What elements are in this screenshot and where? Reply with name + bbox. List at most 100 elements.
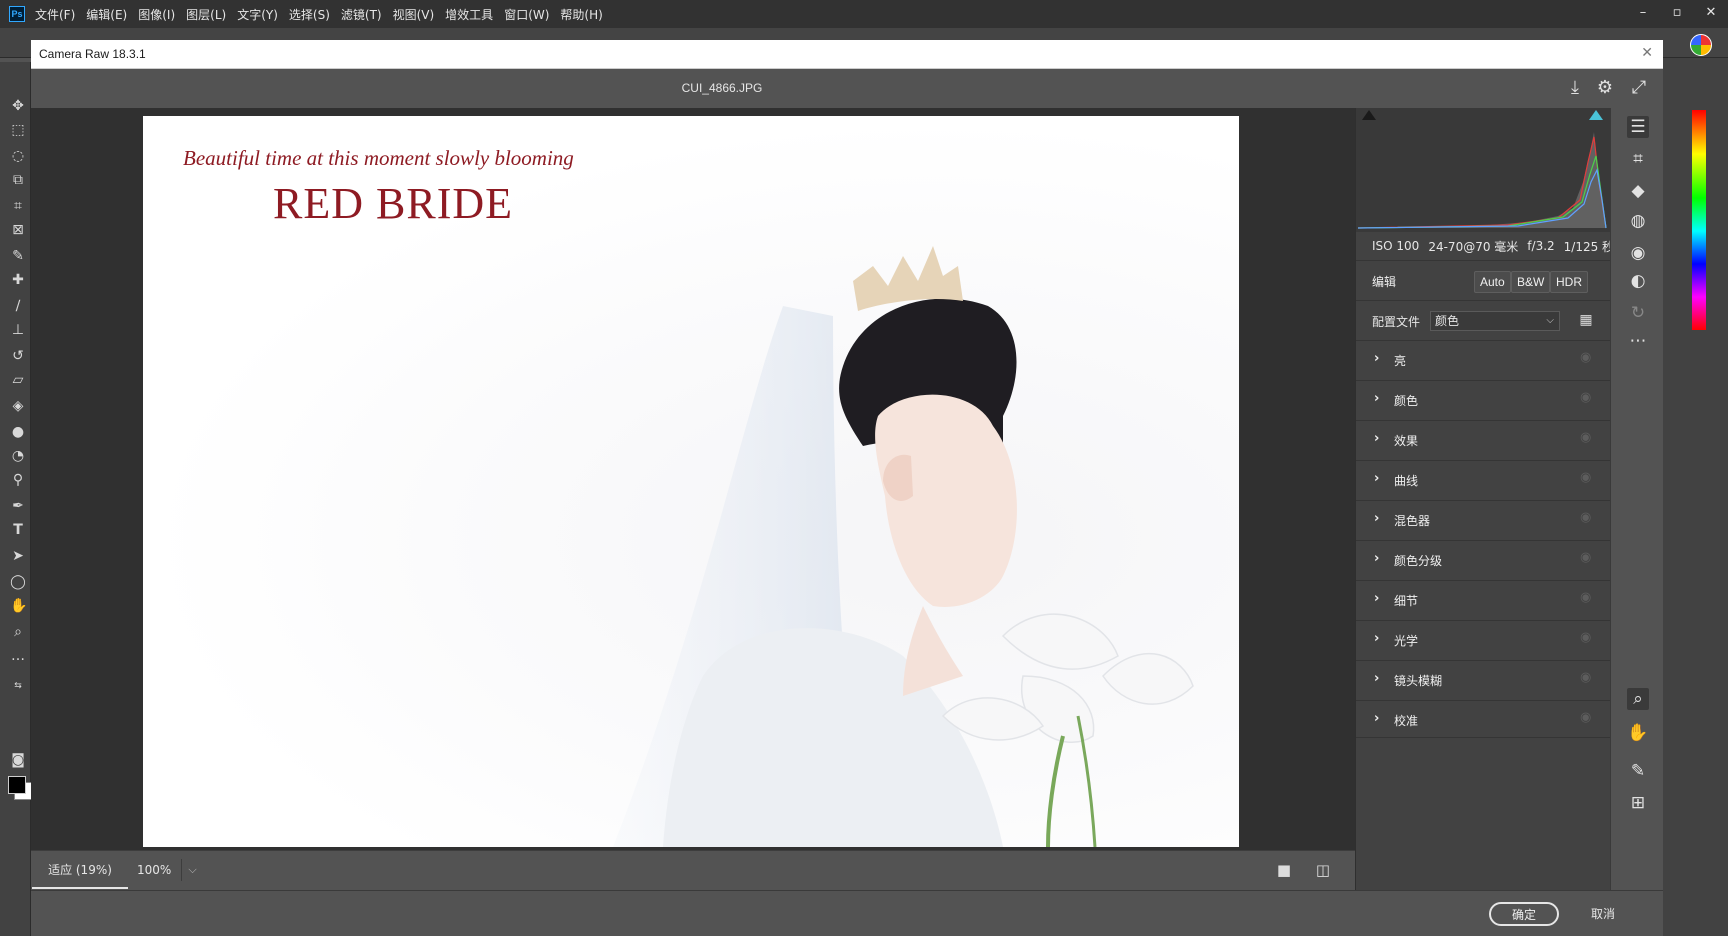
color-sampler-icon[interactable]: ✎ — [1627, 760, 1649, 782]
frame-tool-icon[interactable]: ⊠ — [10, 222, 26, 238]
brush-tool-icon[interactable]: ∕ — [10, 298, 26, 314]
marquee-tool-icon[interactable]: ⬚ — [10, 122, 26, 138]
presets-icon[interactable]: ◐ — [1627, 270, 1649, 292]
section-effects[interactable]: › 效果 ◉ — [1356, 420, 1610, 458]
crop-rotate-icon[interactable]: ⌗ — [1627, 148, 1649, 170]
image-canvas[interactable]: Beautiful time at this moment slowly blo… — [31, 108, 1355, 850]
zoom-bar: 适应 (19%) 100% ⌵ ■ ◫ — [31, 850, 1355, 890]
save-image-icon[interactable]: ⤓ — [1565, 78, 1585, 98]
close-window-button[interactable]: ✕ — [1694, 0, 1728, 24]
before-after-view-icon[interactable]: ◫ — [1314, 861, 1332, 879]
grid-overlay-icon[interactable]: ⊞ — [1627, 792, 1649, 814]
eye-icon[interactable]: ◉ — [1580, 631, 1594, 645]
zoom-tool-icon[interactable]: ⌕ — [1627, 688, 1649, 710]
dialog-close-icon[interactable]: ✕ — [1641, 45, 1653, 61]
zoom-100-button[interactable]: 100% — [137, 863, 171, 877]
menu-plugins[interactable]: 增效工具 — [445, 6, 493, 23]
hand-tool-icon[interactable]: ✋ — [10, 598, 27, 614]
menu-filter[interactable]: 滤镜(T) — [341, 6, 382, 23]
menu-edit[interactable]: 编辑(E) — [86, 6, 127, 23]
ok-button[interactable]: 确定 — [1489, 902, 1559, 926]
eye-icon[interactable]: ◉ — [1580, 711, 1594, 725]
masking-icon[interactable]: ◍ — [1627, 210, 1649, 232]
eye-icon[interactable]: ◉ — [1580, 591, 1594, 605]
lasso-tool-icon[interactable]: ◌ — [10, 148, 26, 164]
settings-gear-icon[interactable]: ⚙ — [1595, 78, 1615, 98]
single-view-icon[interactable]: ■ — [1275, 861, 1293, 879]
menu-select[interactable]: 选择(S) — [289, 6, 330, 23]
chevron-right-icon: › — [1374, 631, 1380, 646]
snapshot-icon[interactable]: ↻ — [1627, 302, 1649, 324]
section-color-grading[interactable]: › 颜色分级 ◉ — [1356, 540, 1610, 578]
type-tool-icon[interactable]: T — [10, 522, 26, 538]
remove-eraser-icon[interactable]: ◆ — [1627, 180, 1649, 202]
section-mixer[interactable]: › 混色器 ◉ — [1356, 500, 1610, 538]
user-avatar[interactable] — [1690, 34, 1712, 56]
red-eye-icon[interactable]: ◉ — [1627, 242, 1649, 264]
exif-aperture: f/3.2 — [1527, 239, 1555, 253]
dodge-tool-icon[interactable]: ◔ — [10, 448, 26, 464]
eye-icon[interactable]: ◉ — [1580, 471, 1594, 485]
edit-sliders-icon[interactable]: ☰ — [1627, 116, 1649, 138]
healing-brush-icon[interactable]: ✚ — [10, 272, 26, 288]
section-light[interactable]: › 亮 ◉ — [1356, 340, 1610, 378]
object-select-tool-icon[interactable]: ⧉ — [10, 172, 26, 188]
menu-help[interactable]: 帮助(H) — [560, 6, 602, 23]
chevron-right-icon: › — [1374, 591, 1380, 606]
zoom-tool-icon[interactable]: ⌕ — [10, 624, 26, 640]
eyedropper-tool-icon[interactable]: ✎ — [10, 248, 26, 264]
pen-tool-icon[interactable]: ✒ — [10, 498, 26, 514]
path-select-icon[interactable]: ➤ — [10, 548, 26, 564]
eraser-tool-icon[interactable]: ▱ — [10, 372, 26, 388]
blur-tool-icon[interactable]: ● — [10, 424, 26, 440]
menu-file[interactable]: 文件(F) — [35, 6, 75, 23]
menu-image[interactable]: 图像(I) — [138, 6, 175, 23]
section-label: 细节 — [1394, 594, 1419, 608]
foreground-color-swatch[interactable] — [8, 776, 26, 794]
auto-button[interactable]: Auto — [1474, 271, 1511, 293]
hdr-button[interactable]: HDR — [1550, 271, 1588, 293]
camera-raw-titlebar: Camera Raw 18.3.1 ✕ — [31, 40, 1663, 69]
eye-icon[interactable]: ◉ — [1580, 511, 1594, 525]
section-label: 效果 — [1394, 434, 1419, 448]
ellipse-tool-icon[interactable]: ◯ — [10, 574, 26, 590]
zoom-dropdown-chevron-icon[interactable]: ⌵ — [181, 859, 203, 881]
eye-icon[interactable]: ◉ — [1580, 671, 1594, 685]
minimize-button[interactable]: – — [1626, 0, 1660, 24]
section-curves[interactable]: › 曲线 ◉ — [1356, 460, 1610, 498]
section-calibration[interactable]: › 校准 ◉ — [1356, 700, 1610, 738]
bw-button[interactable]: B&W — [1511, 271, 1551, 293]
section-label: 镜头模糊 — [1394, 674, 1443, 688]
paint-bucket-icon[interactable]: ◈ — [10, 398, 26, 414]
crop-tool-icon[interactable]: ⌗ — [10, 198, 26, 214]
move-tool-icon[interactable]: ✥ — [10, 98, 26, 114]
more-options-icon[interactable]: ⋯ — [1627, 330, 1649, 352]
profile-browser-grid-icon[interactable]: ▦ — [1578, 312, 1594, 328]
eye-icon[interactable]: ◉ — [1580, 431, 1594, 445]
menu-view[interactable]: 视图(V) — [393, 6, 435, 23]
fullscreen-icon[interactable]: ⤢ — [1629, 78, 1649, 98]
eye-icon[interactable]: ◉ — [1580, 351, 1594, 365]
menu-window[interactable]: 窗口(W) — [504, 6, 549, 23]
maximize-button[interactable]: ▫ — [1660, 0, 1694, 24]
chevron-right-icon: › — [1374, 431, 1380, 446]
section-optics[interactable]: › 光学 ◉ — [1356, 620, 1610, 658]
history-brush-icon[interactable]: ↺ — [10, 348, 26, 364]
section-lens-blur[interactable]: › 镜头模糊 ◉ — [1356, 660, 1610, 698]
eye-icon[interactable]: ◉ — [1580, 551, 1594, 565]
profile-select[interactable]: 颜色 ⌵ — [1430, 311, 1560, 331]
hand-tool-icon[interactable]: ✋ — [1627, 722, 1649, 744]
quick-mask-icon[interactable]: ◙ — [10, 752, 26, 768]
more-tools-icon[interactable]: … — [10, 648, 26, 664]
menu-type[interactable]: 文字(Y) — [237, 6, 278, 23]
swap-colors-icon[interactable]: ⇆ — [10, 678, 26, 694]
cancel-button[interactable]: 取消 — [1591, 905, 1615, 922]
clone-stamp-icon[interactable]: ⊥ — [10, 322, 26, 338]
zoom-fit-button[interactable]: 适应 (19%) — [32, 851, 128, 889]
section-color[interactable]: › 颜色 ◉ — [1356, 380, 1610, 418]
section-detail[interactable]: › 细节 ◉ — [1356, 580, 1610, 618]
menu-layer[interactable]: 图层(L) — [186, 6, 226, 23]
burn-tool-icon[interactable]: ⚲ — [10, 472, 26, 488]
eye-icon[interactable]: ◉ — [1580, 391, 1594, 405]
color-spectrum-strip[interactable] — [1692, 110, 1706, 330]
